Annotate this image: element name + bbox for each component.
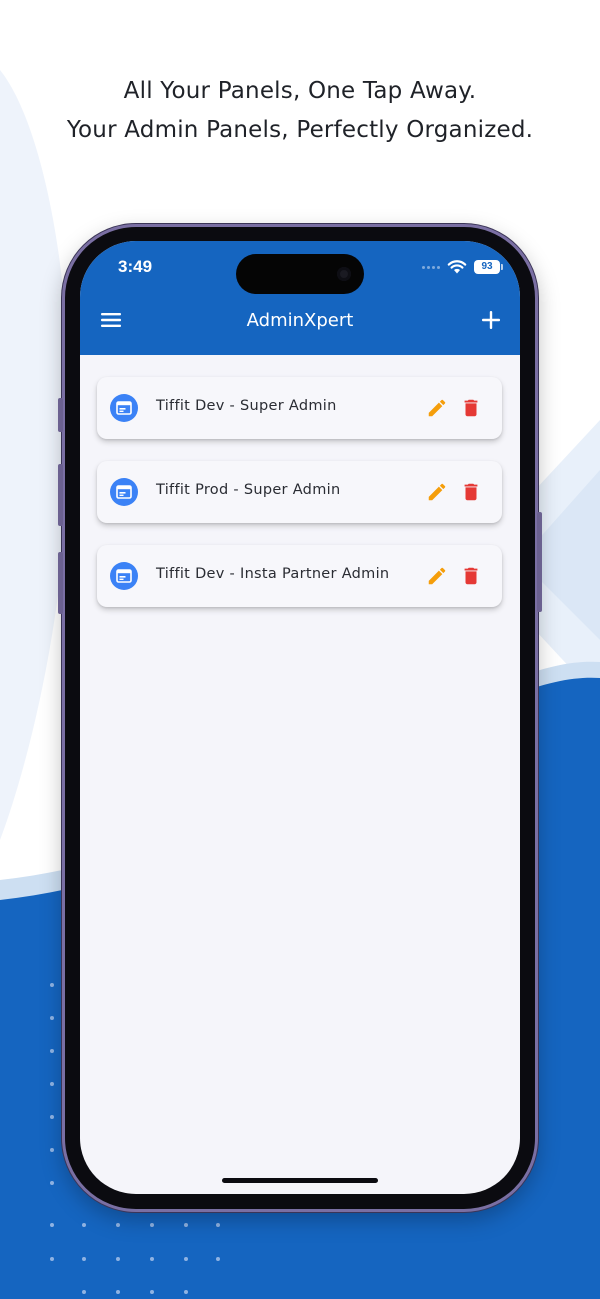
wifi-icon <box>447 260 467 274</box>
edit-button[interactable] <box>426 397 448 419</box>
delete-button[interactable] <box>460 481 482 503</box>
camera-icon <box>337 267 351 281</box>
trash-icon <box>464 399 478 417</box>
panel-card[interactable]: Tiffit Prod - Super Admin <box>97 461 502 523</box>
status-time: 3:49 <box>118 257 153 276</box>
headline-line-2: Your Admin Panels, Perfectly Organized. <box>66 117 534 143</box>
delete-button[interactable] <box>460 565 482 587</box>
panel-browser-icon <box>110 478 138 506</box>
headline-line-1: All Your Panels, One Tap Away. <box>123 78 477 104</box>
pencil-icon <box>428 483 446 501</box>
panel-label: Tiffit Dev - Super Admin <box>156 398 337 414</box>
panel-browser-icon <box>110 562 138 590</box>
phone-volume-down <box>58 552 63 614</box>
home-indicator[interactable] <box>222 1178 378 1183</box>
panel-label: Tiffit Prod - Super Admin <box>156 482 341 498</box>
trash-icon <box>464 483 478 501</box>
panel-browser-icon <box>110 394 138 422</box>
edit-button[interactable] <box>426 481 448 503</box>
panel-list: Tiffit Dev - Super Admin Tiffit Prod - S… <box>97 377 502 629</box>
phone-volume-up <box>58 464 63 526</box>
panel-card[interactable]: Tiffit Dev - Insta Partner Admin <box>97 545 502 607</box>
battery-icon: 93 <box>474 260 503 274</box>
cellular-signal-icon <box>422 265 440 269</box>
plus-icon <box>482 311 500 329</box>
status-indicators: 93 <box>422 258 503 276</box>
pencil-icon <box>428 567 446 585</box>
phone-silent-switch <box>58 398 63 432</box>
app-bar: 3:49 93 AdminXpert <box>80 241 520 355</box>
add-panel-button[interactable] <box>478 307 504 333</box>
app-title: AdminXpert <box>246 310 354 331</box>
pencil-icon <box>428 399 446 417</box>
delete-button[interactable] <box>460 397 482 419</box>
dynamic-island <box>236 254 364 294</box>
edit-button[interactable] <box>426 565 448 587</box>
phone-screen: 3:49 93 AdminXpert Tiffit Dev - Super Ad… <box>80 241 520 1194</box>
phone-power-button <box>537 512 542 612</box>
panel-card[interactable]: Tiffit Dev - Super Admin <box>97 377 502 439</box>
panel-label: Tiffit Dev - Insta Partner Admin <box>156 566 390 582</box>
trash-icon <box>464 567 478 585</box>
